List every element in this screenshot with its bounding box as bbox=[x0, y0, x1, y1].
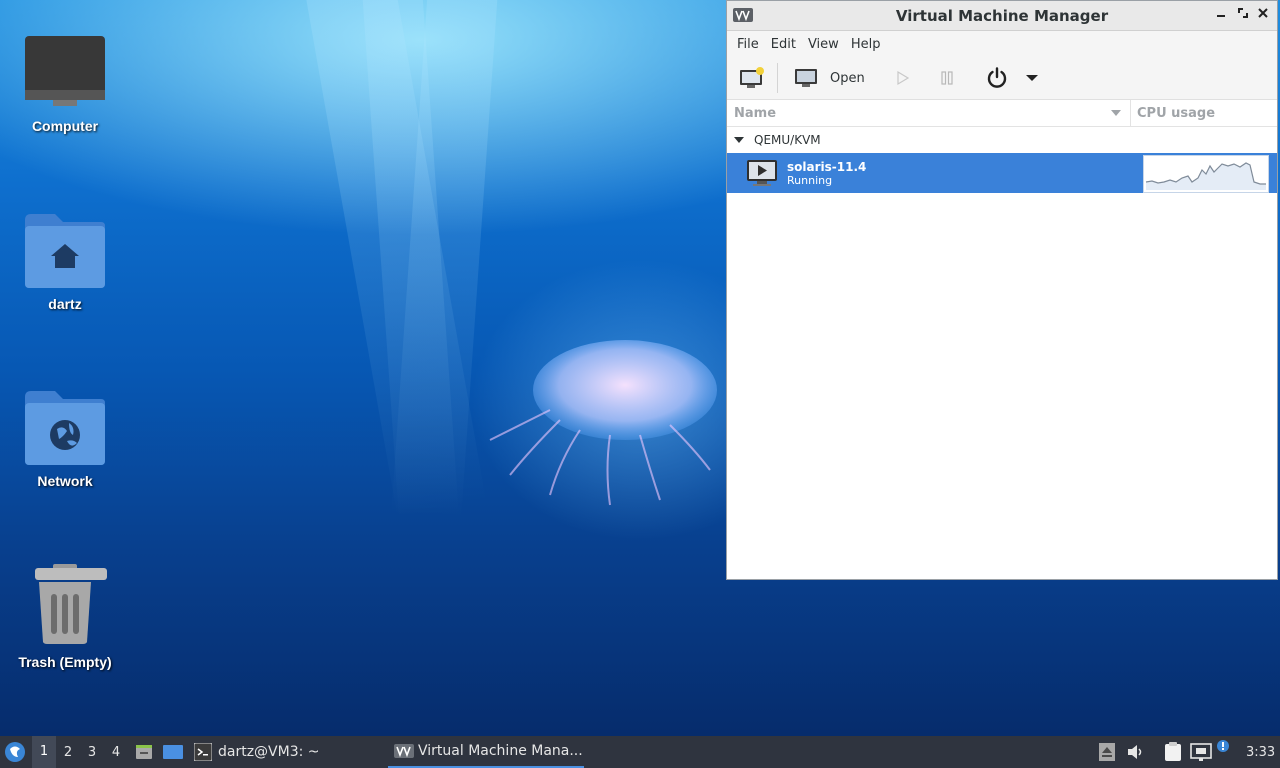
run-button[interactable] bbox=[895, 70, 911, 86]
network-wired-icon bbox=[1190, 743, 1212, 761]
clock[interactable]: 3:33 bbox=[1246, 736, 1275, 768]
desktop-icon-network[interactable]: Network bbox=[10, 389, 120, 489]
vm-row[interactable]: solaris-11.4 Running bbox=[727, 153, 1277, 193]
workspace-1[interactable]: 1 bbox=[32, 736, 56, 768]
tray-volume[interactable] bbox=[1127, 736, 1145, 768]
workspace-3[interactable]: 3 bbox=[80, 745, 104, 760]
cpu-column-header[interactable]: CPU usage bbox=[1131, 106, 1215, 121]
play-icon bbox=[897, 70, 909, 86]
lxqt-menu-icon bbox=[5, 742, 25, 762]
terminal-icon bbox=[194, 743, 212, 761]
quicklaunch-desktop[interactable] bbox=[162, 736, 184, 768]
workspace-2[interactable]: 2 bbox=[56, 745, 80, 760]
eject-icon bbox=[1099, 743, 1115, 761]
desktop-icon-trash[interactable]: Trash (Empty) bbox=[10, 564, 120, 670]
vm-status: Running bbox=[787, 173, 833, 187]
taskbar: 1 2 3 4 dartz@VM3: ~ Virtual Machine Man… bbox=[0, 736, 1280, 768]
expander-icon[interactable] bbox=[733, 135, 745, 145]
pause-button[interactable] bbox=[939, 70, 955, 86]
jellyfish-illustration bbox=[489, 340, 717, 506]
maximize-icon bbox=[1238, 8, 1248, 18]
desktop-icon-label: Trash (Empty) bbox=[18, 654, 112, 670]
vm-name: solaris-11.4 bbox=[787, 159, 867, 174]
quicklaunch-file-manager[interactable] bbox=[134, 736, 154, 768]
connection-name: QEMU/KVM bbox=[754, 133, 821, 147]
tray-eject[interactable] bbox=[1099, 736, 1115, 768]
new-vm-button[interactable] bbox=[739, 67, 765, 89]
toolbar: Open bbox=[727, 57, 1277, 100]
menu-view[interactable]: View bbox=[802, 37, 845, 52]
menubar: File Edit View Help bbox=[727, 31, 1277, 57]
toolbar-separator bbox=[777, 63, 778, 93]
new-vm-icon bbox=[740, 67, 764, 88]
network-folder-icon bbox=[25, 391, 105, 465]
task-terminal[interactable]: dartz@VM3: ~ bbox=[194, 736, 320, 768]
tray-notification[interactable] bbox=[1216, 730, 1230, 762]
task-vmm-label: Virtual Machine Mana... bbox=[418, 743, 583, 759]
task-terminal-label: dartz@VM3: ~ bbox=[218, 744, 320, 760]
shutdown-button[interactable] bbox=[985, 66, 1009, 90]
close-button[interactable] bbox=[1255, 7, 1271, 23]
cpu-usage-sparkline bbox=[1143, 155, 1269, 193]
name-column-label: Name bbox=[734, 105, 777, 121]
dropdown-arrow-icon bbox=[1025, 75, 1038, 81]
file-manager-icon bbox=[136, 745, 152, 759]
open-button[interactable]: Open bbox=[794, 67, 865, 89]
tray-network[interactable] bbox=[1190, 736, 1212, 768]
app-menu-button[interactable] bbox=[4, 736, 26, 768]
menu-file[interactable]: File bbox=[731, 37, 765, 52]
power-icon bbox=[987, 67, 1006, 88]
show-desktop-icon bbox=[163, 745, 183, 759]
monitor-icon bbox=[795, 69, 817, 87]
cpu-column-label: CPU usage bbox=[1137, 105, 1216, 121]
clipboard-icon bbox=[1165, 742, 1181, 761]
column-header: Name CPU usage bbox=[727, 100, 1277, 127]
pause-icon bbox=[941, 71, 953, 85]
connection-row[interactable]: QEMU/KVM bbox=[727, 127, 1277, 153]
trash-icon bbox=[35, 564, 107, 644]
desktop-icon-label: Network bbox=[37, 473, 93, 489]
tray-clipboard[interactable] bbox=[1163, 736, 1183, 768]
name-column-header[interactable]: Name bbox=[727, 100, 1131, 126]
window-titlebar[interactable]: Virtual Machine Manager bbox=[727, 1, 1277, 31]
menu-edit[interactable]: Edit bbox=[765, 37, 802, 52]
maximize-button[interactable] bbox=[1235, 7, 1251, 23]
workspace-4[interactable]: 4 bbox=[104, 745, 128, 760]
shutdown-menu-button[interactable] bbox=[1025, 73, 1039, 83]
desktop-icon-computer[interactable]: Computer bbox=[10, 34, 120, 134]
minimize-button[interactable] bbox=[1213, 7, 1229, 23]
close-icon bbox=[1258, 8, 1268, 18]
menu-help[interactable]: Help bbox=[845, 37, 887, 52]
window-title: Virtual Machine Manager bbox=[895, 7, 1109, 25]
computer-icon bbox=[25, 36, 105, 106]
sort-arrow-icon bbox=[1111, 110, 1121, 116]
home-folder-icon bbox=[25, 214, 105, 288]
vmm-window: Virtual Machine Manager File Edit View H… bbox=[726, 0, 1278, 580]
open-button-label: Open bbox=[830, 70, 865, 86]
desktop-icon-label: Computer bbox=[31, 118, 99, 134]
info-badge-icon bbox=[1217, 740, 1229, 752]
vmm-icon bbox=[394, 744, 414, 758]
desktop-icon-home[interactable]: dartz bbox=[10, 212, 120, 312]
task-vmm[interactable]: Virtual Machine Mana... bbox=[388, 736, 584, 768]
volume-icon bbox=[1128, 745, 1142, 759]
vm-running-icon bbox=[747, 160, 777, 186]
desktop-icon-label: dartz bbox=[48, 296, 82, 312]
minimize-icon bbox=[1217, 15, 1225, 17]
